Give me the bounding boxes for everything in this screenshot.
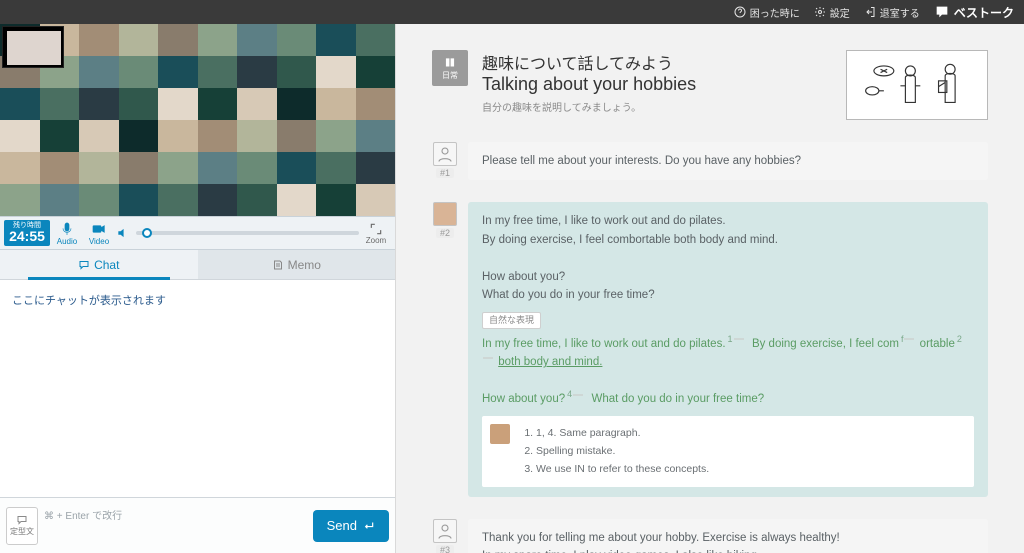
message-bubble: Please tell me about your interests. Do …: [468, 142, 988, 180]
exit-icon: [864, 6, 876, 18]
natural-expression-tag: 自然な表現: [482, 312, 541, 328]
message-bubble: In my free time, I like to work out and …: [468, 202, 988, 496]
enter-icon: [361, 519, 375, 533]
exit-button[interactable]: 退室する: [864, 5, 920, 20]
speaker-icon: [116, 226, 130, 240]
memo-icon: [272, 259, 284, 271]
brand: ベストーク: [934, 4, 1014, 21]
user-avatar: [433, 202, 457, 226]
timer: 残り時間 24:55: [4, 220, 50, 246]
settings-label: 設定: [830, 5, 850, 20]
help-label: 困った時に: [750, 5, 800, 20]
lesson-badge: 日常: [432, 50, 468, 86]
tab-chat[interactable]: Chat: [0, 250, 198, 279]
help-button[interactable]: 困った時に: [734, 5, 800, 20]
lesson-title-jp: 趣味について話してみよう: [482, 50, 832, 74]
chat-body: ここにチャットが表示されます: [0, 280, 395, 497]
composer: 定型文 ⌘ + Enter で改行 Send: [0, 497, 395, 553]
feedback-box: 1, 4. Same paragraph. Spelling mistake. …: [482, 416, 974, 486]
message-row: #1 Please tell me about your interests. …: [432, 142, 988, 180]
annotation-marker: 1: [726, 334, 746, 344]
tutor-avatar-icon: [433, 519, 457, 543]
speech-bubble-icon: [16, 514, 28, 526]
lesson-title-en: Talking about your hobbies: [482, 74, 832, 95]
compose-field[interactable]: ⌘ + Enter で改行: [44, 507, 307, 545]
natural-expression: In my free time, I like to work out and …: [482, 335, 974, 409]
chat-tabs: Chat Memo: [0, 250, 395, 280]
compose-hint: ⌘ + Enter で改行: [44, 507, 122, 522]
audio-toggle[interactable]: Audio: [52, 221, 82, 246]
left-pane: 残り時間 24:55 Audio Video Zoom Chat Memo: [0, 24, 396, 553]
tab-memo[interactable]: Memo: [198, 250, 396, 279]
video-area: [0, 24, 395, 216]
camera-icon: [91, 221, 107, 237]
annotation-marker: 4: [565, 389, 585, 399]
brand-icon: [934, 4, 950, 20]
brand-text: ベストーク: [954, 4, 1014, 21]
exit-label: 退室する: [880, 5, 920, 20]
message-number: #2: [436, 228, 454, 238]
book-icon: [443, 56, 457, 70]
mic-icon: [59, 221, 75, 237]
right-pane: 日常 趣味について話してみよう Talking about your hobbi…: [396, 24, 1024, 553]
timer-value: 24:55: [4, 229, 50, 244]
video-toggle[interactable]: Video: [84, 221, 114, 246]
message-row: #2 In my free time, I like to work out a…: [432, 202, 988, 496]
chat-icon: [78, 259, 90, 271]
settings-button[interactable]: 設定: [814, 5, 850, 20]
message-row: #3 Thank you for telling me about your h…: [432, 519, 988, 553]
self-view[interactable]: [2, 26, 64, 68]
tutor-avatar-icon: [433, 142, 457, 166]
help-icon: [734, 6, 746, 18]
gear-icon: [814, 6, 826, 18]
expand-icon: [369, 222, 383, 236]
lesson-illustration: [846, 50, 988, 120]
topbar: 困った時に 設定 退室する ベストーク: [0, 0, 1024, 24]
volume-slider[interactable]: [116, 226, 359, 240]
illustration-svg: [859, 56, 975, 114]
zoom-button[interactable]: Zoom: [361, 222, 391, 245]
chat-placeholder: ここにチャットが表示されます: [12, 295, 166, 307]
tutor-photo: [490, 424, 510, 444]
send-button[interactable]: Send: [313, 510, 389, 542]
volume-thumb[interactable]: [142, 228, 152, 238]
video-controls: 残り時間 24:55 Audio Video Zoom: [0, 216, 395, 250]
volume-track[interactable]: [136, 231, 359, 235]
annotation-marker: f: [899, 334, 917, 344]
lesson-header: 日常 趣味について話してみよう Talking about your hobbi…: [432, 50, 988, 120]
feedback-list: 1, 4. Same paragraph. Spelling mistake. …: [518, 424, 709, 478]
message-number: #1: [436, 168, 454, 178]
message-bubble: Thank you for telling me about your hobb…: [468, 519, 988, 553]
lesson-subtitle: 自分の趣味を説明してみましょう。: [482, 99, 832, 114]
message-number: #3: [436, 545, 454, 553]
template-button[interactable]: 定型文: [6, 507, 38, 545]
tab-underline: [28, 277, 170, 280]
